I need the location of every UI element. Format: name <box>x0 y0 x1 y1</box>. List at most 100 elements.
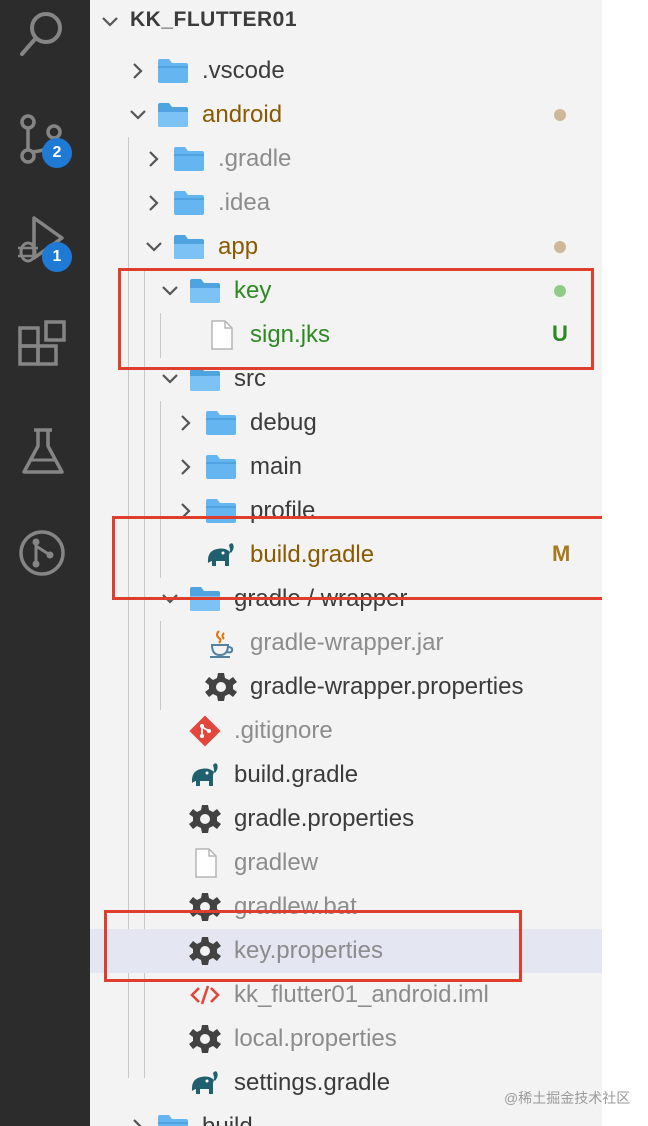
modified-dot-icon <box>554 241 566 253</box>
tree-item[interactable]: .gradle <box>90 137 602 181</box>
chevron-down-icon[interactable] <box>160 281 180 306</box>
tree-item[interactable]: .gitignore <box>90 709 602 753</box>
tree-item[interactable]: gradle-wrapper.jar <box>90 621 602 665</box>
chevron-down-icon[interactable] <box>160 369 180 394</box>
gradle-elephant-icon <box>188 1067 222 1099</box>
tree-item-label: gradle.properties <box>234 805 415 832</box>
tree-item[interactable]: src <box>90 357 602 401</box>
tree-item[interactable]: android <box>90 93 602 137</box>
java-coffee-icon <box>204 627 238 659</box>
folder-open-icon <box>188 363 222 395</box>
git-status-badge: U <box>552 321 568 346</box>
folder-icon <box>204 495 238 527</box>
folder-icon <box>156 55 190 87</box>
folder-icon <box>204 407 238 439</box>
folder-icon <box>204 451 238 483</box>
git-graph-icon[interactable] <box>14 524 72 582</box>
gear-icon <box>188 935 222 967</box>
tree-item-label: key.properties <box>234 937 383 964</box>
tree-item-label: local.properties <box>234 1025 397 1052</box>
code-file-icon <box>188 979 222 1011</box>
chevron-right-icon[interactable] <box>128 1117 148 1126</box>
gear-icon <box>188 803 222 835</box>
run-debug-badge: 1 <box>42 242 72 272</box>
run-debug-icon[interactable]: 1 <box>14 212 72 272</box>
search-icon[interactable] <box>14 6 72 64</box>
activity-bar: 2 1 <box>0 0 90 1126</box>
tree-item[interactable]: main <box>90 445 602 489</box>
git-status-badge: M <box>552 541 571 566</box>
tree-item[interactable]: gradlew.bat <box>90 885 602 929</box>
tree-item[interactable]: debug <box>90 401 602 445</box>
tree-item[interactable]: build.gradle <box>90 753 602 797</box>
file-icon <box>204 319 238 351</box>
tree-item-label: .gitignore <box>234 717 333 744</box>
chevron-down-icon[interactable] <box>128 105 148 130</box>
tree-item-label: build <box>202 1113 253 1126</box>
chevron-right-icon[interactable] <box>176 413 196 438</box>
source-control-icon[interactable]: 2 <box>14 110 72 168</box>
tree-item-label: gradle-wrapper.jar <box>250 629 444 656</box>
tree-item[interactable]: sign.jks U <box>90 313 602 357</box>
tree-item[interactable]: local.properties <box>90 1017 602 1061</box>
tree-item[interactable]: profile <box>90 489 602 533</box>
tree-item-label: app <box>218 233 259 260</box>
folder-icon <box>172 143 206 175</box>
watermark: @稀土掘金技术社区 <box>504 1090 631 1106</box>
tree-item-label: gradlew <box>234 849 319 876</box>
tree-item-label: build.gradle <box>250 541 375 568</box>
folder-open-icon <box>188 583 222 615</box>
source-control-badge: 2 <box>42 138 72 168</box>
tree-item-label: .vscode <box>202 57 285 84</box>
chevron-right-icon[interactable] <box>144 149 164 174</box>
tree-item-label: main <box>250 453 303 480</box>
gear-icon <box>188 891 222 923</box>
tree-item[interactable]: gradle-wrapper.properties <box>90 665 602 709</box>
tree-item[interactable]: gradlew <box>90 841 602 885</box>
gear-icon <box>204 671 238 703</box>
tree-item-label: debug <box>250 409 317 436</box>
tree-item-label: gradle / wrapper <box>234 585 408 612</box>
chevron-down-icon[interactable] <box>144 237 164 262</box>
tree-item-label: gradlew.bat <box>234 893 357 920</box>
tree-item-label: android <box>202 101 283 128</box>
file-icon <box>188 847 222 879</box>
folder-icon <box>172 187 206 219</box>
tree-item[interactable]: key.properties <box>90 929 602 973</box>
tree-item[interactable]: app <box>90 225 602 269</box>
folder-icon <box>156 1111 190 1126</box>
tree-item-label: key <box>234 277 272 304</box>
tree-item[interactable]: gradle / wrapper <box>90 577 602 621</box>
explorer-section-title: KK_FLUTTER01 <box>130 8 298 31</box>
tree-item-label: build.gradle <box>234 761 359 788</box>
folder-open-icon <box>156 99 190 131</box>
tree-item-label: settings.gradle <box>234 1069 391 1096</box>
tree-item[interactable]: build <box>90 1105 602 1126</box>
tree-item-label: .idea <box>218 189 271 216</box>
tree-item[interactable]: gradle.properties <box>90 797 602 841</box>
chevron-down-icon <box>100 12 120 37</box>
tree-item-label: src <box>234 365 266 392</box>
tree-item[interactable]: .idea <box>90 181 602 225</box>
chevron-down-icon[interactable] <box>160 589 180 614</box>
explorer-section-header[interactable]: KK_FLUTTER01 <box>90 0 602 44</box>
explorer-panel: KK_FLUTTER01 .vscode android .gradle .idea a… <box>90 0 602 1126</box>
chevron-right-icon[interactable] <box>128 61 148 86</box>
tree-item-label: kk_flutter01_android.iml <box>234 981 489 1008</box>
tree-item-label: sign.jks <box>250 321 331 348</box>
tree-item-label: .gradle <box>218 145 292 172</box>
tree-item[interactable]: key <box>90 269 602 313</box>
chevron-right-icon[interactable] <box>144 193 164 218</box>
tree-item[interactable]: .vscode <box>90 49 602 93</box>
tree-item-label: profile <box>250 497 316 524</box>
git-icon <box>188 715 222 747</box>
tree-item[interactable]: kk_flutter01_android.iml <box>90 973 602 1017</box>
gradle-elephant-icon <box>188 759 222 791</box>
testing-flask-icon[interactable] <box>14 424 72 482</box>
gear-icon <box>188 1023 222 1055</box>
extensions-icon[interactable] <box>14 318 72 376</box>
chevron-right-icon[interactable] <box>176 457 196 482</box>
tree-item[interactable]: build.gradle M <box>90 533 602 577</box>
editor-edge <box>602 0 648 1126</box>
chevron-right-icon[interactable] <box>176 501 196 526</box>
